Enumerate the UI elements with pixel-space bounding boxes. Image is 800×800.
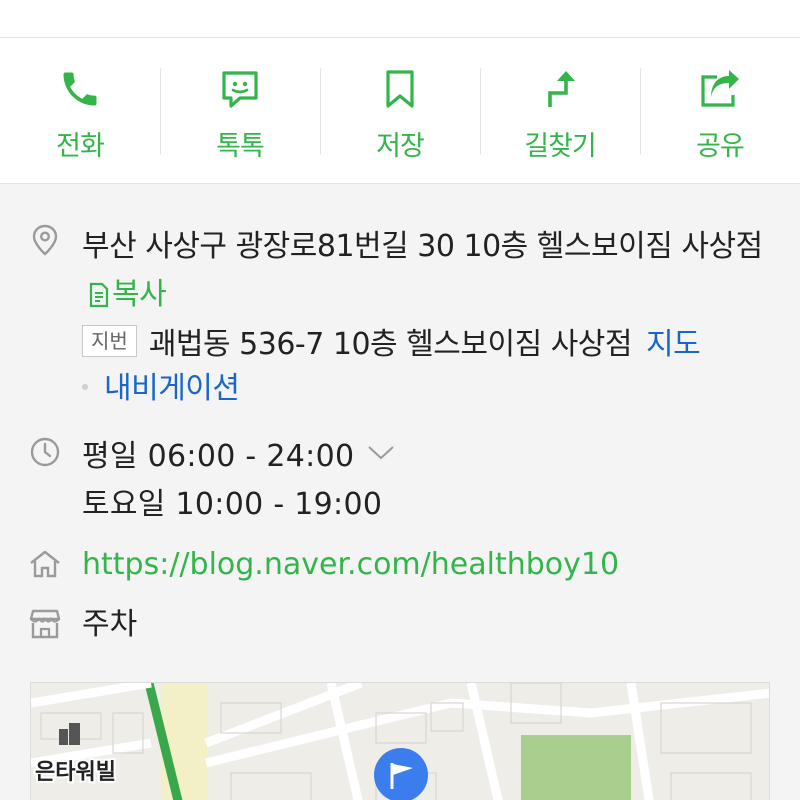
location-flag-marker-icon[interactable] (374, 748, 428, 800)
separator-dot (82, 384, 88, 390)
phone-icon (55, 64, 105, 114)
navigation-link[interactable]: 내비게이션 (104, 371, 240, 406)
copy-icon (89, 282, 109, 308)
road-address: 부산 사상구 광장로81번길 30 10층 헬스보이짐 사상점 복사 (82, 223, 772, 319)
saturday-hours: 토요일 10:00 - 19:00 (82, 487, 383, 522)
share-icon (695, 64, 745, 114)
parking-store-icon (28, 607, 62, 641)
home-icon (28, 547, 62, 581)
directions-icon (535, 64, 585, 114)
copy-address-button[interactable]: 복사 (82, 277, 167, 312)
road-address-text: 부산 사상구 광장로81번길 30 10층 헬스보이짐 사상점 (82, 229, 763, 264)
talktalk-button[interactable]: 톡톡 (160, 38, 320, 184)
directions-label: 길찾기 (524, 131, 597, 162)
jibun-address: 지번 괘법동 536-7 10층 헬스보이짐 사상점 지도 (82, 321, 782, 369)
map-preview[interactable]: 은타워빌 (30, 682, 770, 800)
bookmark-icon (375, 64, 425, 114)
action-bar: 전화 톡톡 저장 길찾기 공유 (0, 38, 800, 184)
call-button[interactable]: 전화 (0, 38, 160, 184)
location-pin-icon (28, 223, 62, 257)
navigation-row: 내비게이션 (82, 365, 240, 413)
jibun-tag: 지번 (82, 325, 137, 357)
map-link[interactable]: 지도 (646, 327, 701, 362)
weekday-hours: 평일 06:00 - 24:00 (82, 439, 355, 474)
talktalk-label: 톡톡 (216, 131, 265, 162)
share-label: 공유 (696, 131, 745, 162)
map-canvas: 은타워빌 (31, 683, 769, 800)
business-hours: 평일 06:00 - 24:00 토요일 10:00 - 19:00 (82, 429, 396, 529)
map-building-label: 은타워빌 (35, 760, 116, 785)
parking-info: 주차 (82, 607, 138, 642)
save-button[interactable]: 저장 (320, 38, 480, 184)
directions-button[interactable]: 길찾기 (480, 38, 640, 184)
chevron-down-icon[interactable] (366, 429, 396, 477)
save-label: 저장 (376, 131, 425, 162)
call-label: 전화 (56, 131, 105, 162)
share-button[interactable]: 공유 (640, 38, 800, 184)
copy-label: 복사 (112, 277, 167, 312)
homepage-link[interactable]: https://blog.naver.com/healthboy10 (82, 541, 619, 589)
chat-icon (215, 64, 265, 114)
top-bar (0, 0, 800, 38)
clock-icon (28, 435, 62, 469)
jibun-address-text: 괘법동 536-7 10층 헬스보이짐 사상점 (148, 327, 633, 362)
